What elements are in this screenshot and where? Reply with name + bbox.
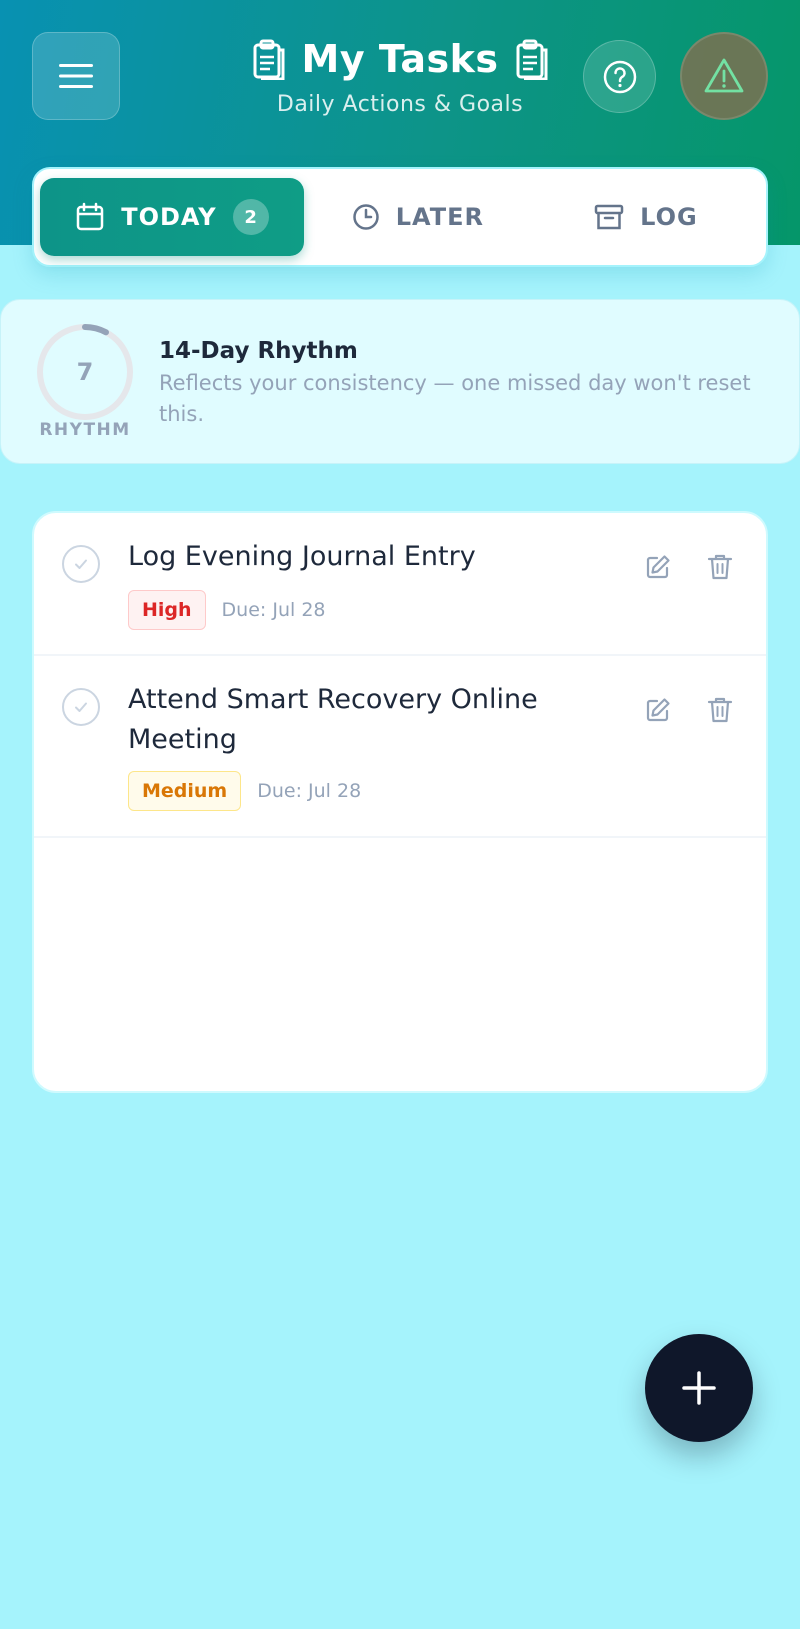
clock-icon [352,204,379,230]
page-subtitle: Daily Actions & Goals [276,92,524,117]
clipboard-icon [253,39,284,80]
tab-bar: TODAY 2 LATER LOG [32,167,768,267]
tab-today-label: TODAY [121,203,217,231]
rhythm-value: 7 [76,358,94,386]
due-date: Due: Jul 28 [257,780,362,802]
warning-triangle-icon [704,58,744,93]
rhythm-description: Reflects your consistency — one missed d… [159,371,751,426]
check-icon [75,559,87,569]
complete-task-checkbox[interactable] [62,688,100,726]
clipboard-icon [516,39,547,80]
hamburger-menu-icon [59,64,93,88]
task-list: Log Evening Journal Entry High Due: Jul … [32,511,768,1093]
due-date: Due: Jul 28 [221,599,326,621]
archive-icon [594,204,624,230]
rhythm-title: 14-Day Rhythm [159,338,358,364]
complete-task-checkbox[interactable] [62,545,100,583]
pencil-icon [646,555,670,579]
delete-task-button[interactable] [700,690,740,730]
task-title: Attend Smart Recovery Online Meeting [128,684,538,755]
add-task-button[interactable] [645,1334,753,1442]
tab-log[interactable]: LOG [532,178,760,256]
tab-today-count-badge: 2 [232,199,269,235]
rhythm-card: 7 RHYTHM 14-Day Rhythm Reflects your con… [0,299,800,464]
tab-log-label: LOG [640,203,698,231]
task-item: Attend Smart Recovery Online Meeting Med… [34,656,766,838]
task-meta: Medium Due: Jul 28 [128,771,361,811]
priority-badge: High [128,590,206,630]
edit-task-button[interactable] [638,690,678,730]
rhythm-ring-label: RHYTHM [39,420,131,440]
edit-task-button[interactable] [638,547,678,587]
header-title-block: My Tasks Daily Actions & Goals [200,34,600,117]
tab-later[interactable]: LATER [304,178,532,256]
delete-task-button[interactable] [700,547,740,587]
trash-icon [707,554,733,580]
plus-icon [682,1371,716,1405]
task-item: Log Evening Journal Entry High Due: Jul … [34,513,766,656]
question-circle-icon [603,60,636,93]
check-icon [75,702,87,712]
priority-badge: Medium [128,771,242,811]
menu-button[interactable] [32,32,120,120]
calendar-icon [76,202,104,231]
task-meta: High Due: Jul 28 [128,590,326,630]
pencil-icon [646,698,670,722]
help-button[interactable] [583,40,656,113]
alert-button[interactable] [680,32,768,120]
page-title: My Tasks [301,37,499,81]
tab-later-label: LATER [395,203,484,231]
task-title: Log Evening Journal Entry [128,541,476,572]
trash-icon [707,697,733,723]
tab-today[interactable]: TODAY 2 [40,178,304,256]
